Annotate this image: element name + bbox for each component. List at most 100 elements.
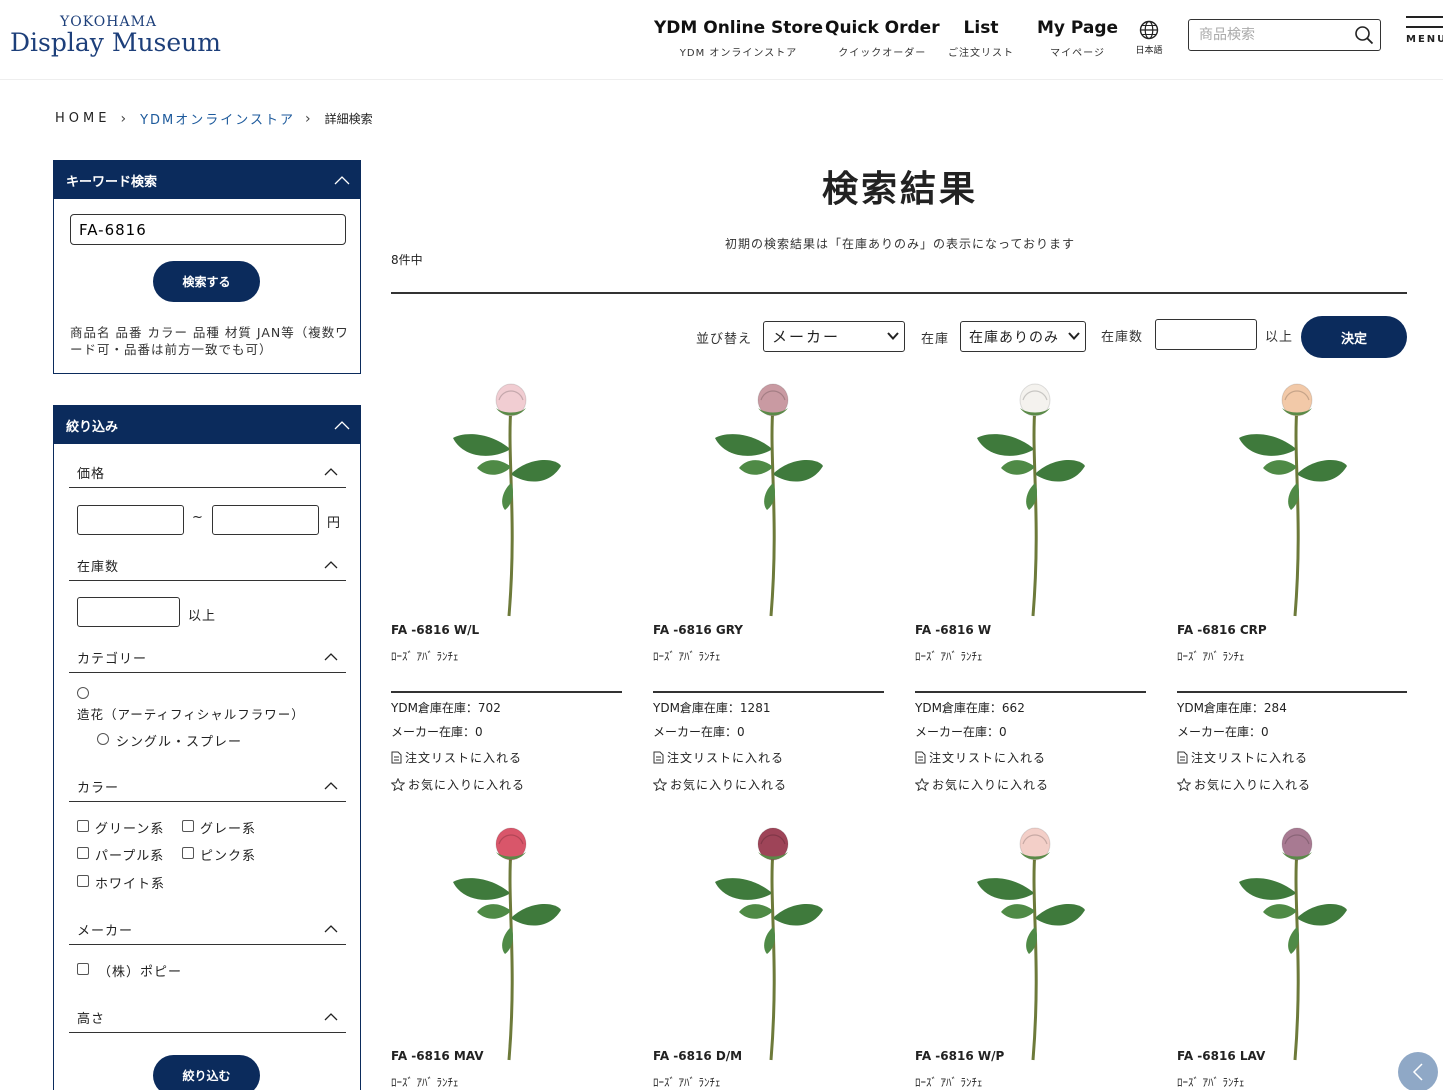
decide-button[interactable]: 決定 — [1301, 316, 1407, 358]
filter-color-header[interactable]: カラー — [69, 776, 346, 802]
color-purple-checkbox[interactable] — [77, 847, 89, 859]
document-icon — [653, 751, 664, 764]
product-image[interactable] — [653, 378, 884, 618]
nav-quick-order[interactable]: Quick Order クイックオーダー — [825, 18, 940, 59]
filter-height-header[interactable]: 高さ — [69, 1007, 346, 1033]
product-image[interactable] — [1177, 822, 1408, 1062]
product-code[interactable]: FA -6816 CRP — [1177, 623, 1267, 637]
color-gray-checkbox[interactable] — [182, 820, 194, 832]
filter-panel-header[interactable]: 絞り込み — [54, 406, 360, 444]
nav-quick-order-label: Quick Order — [825, 18, 940, 38]
rose-illustration-part — [512, 460, 561, 482]
stock-count-input[interactable] — [1155, 319, 1257, 350]
rose-illustration-part — [1298, 460, 1347, 482]
chevron-up-icon — [324, 653, 338, 661]
color-purple-label: パープル系 — [95, 849, 165, 864]
rose-illustration-part — [453, 878, 509, 900]
rose-illustration-part — [507, 405, 514, 617]
filter-stock-title: 在庫数 — [77, 560, 120, 575]
product-code[interactable]: FA -6816 W/L — [391, 623, 479, 637]
product-image[interactable] — [653, 822, 884, 1062]
maker-poppy-checkbox[interactable] — [77, 963, 89, 975]
rose-illustration-part — [477, 904, 510, 919]
add-to-order-list-link[interactable]: 注文リストに入れる — [653, 749, 784, 766]
add-to-order-list-link[interactable]: 注文リストに入れる — [391, 749, 522, 766]
product-image[interactable] — [915, 378, 1146, 618]
chevron-down-icon — [887, 332, 899, 340]
site-logo[interactable]: YOKOHAMA Display Museum — [10, 14, 221, 56]
category-child-radio[interactable] — [97, 733, 109, 745]
price-min-input[interactable] — [77, 505, 184, 535]
price-max-input[interactable] — [212, 505, 319, 535]
logo-line2: Display Museum — [10, 28, 221, 57]
product-name: ﾛｰｽﾞ ｱﾊﾞ ﾗﾝﾁｪ — [653, 650, 721, 663]
rose-illustration-part — [977, 434, 1033, 456]
add-to-order-list-link[interactable]: 注文リストに入れる — [1177, 749, 1308, 766]
product-code[interactable]: FA -6816 GRY — [653, 623, 743, 637]
keyword-panel-header[interactable]: キーワード検索 — [54, 161, 360, 199]
chevron-up-icon — [334, 176, 350, 185]
color-white-checkbox[interactable] — [77, 875, 89, 887]
language-switcher[interactable]: 日本語 — [1132, 20, 1166, 56]
chevron-left-icon — [1412, 1063, 1423, 1081]
filter-apply-button[interactable]: 絞り込む — [153, 1055, 260, 1090]
stock-filter-label: 在庫 — [921, 332, 950, 347]
product-image[interactable] — [915, 822, 1146, 1062]
product-maker-stock: メーカー在庫：0 — [653, 725, 745, 739]
scroll-top-button[interactable] — [1398, 1052, 1438, 1090]
add-to-favorites-link[interactable]: お気に入りに入れる — [915, 776, 1049, 793]
add-to-order-list-link[interactable]: 注文リストに入れる — [915, 749, 1046, 766]
filter-panel-title: 絞り込み — [66, 419, 119, 435]
filter-stock-suffix: 以上 — [188, 609, 217, 624]
rose-illustration-part — [1001, 460, 1034, 475]
search-icon[interactable] — [1354, 25, 1374, 45]
header-search-input[interactable] — [1189, 20, 1344, 50]
nav-list[interactable]: List ご注文リスト — [948, 18, 1014, 59]
product-code[interactable]: FA -6816 W/P — [915, 1049, 1004, 1063]
nav-my-page[interactable]: My Page マイページ — [1037, 18, 1118, 59]
add-to-favorites-label: お気に入りに入れる — [408, 778, 526, 792]
color-green-checkbox[interactable] — [77, 820, 89, 832]
product-image[interactable] — [391, 822, 622, 1062]
product-image[interactable] — [391, 378, 622, 618]
rose-illustration-part — [1239, 434, 1295, 456]
product-name: ﾛｰｽﾞ ｱﾊﾞ ﾗﾝﾁｪ — [391, 650, 459, 663]
nav-online-store[interactable]: YDM Online Store YDM オンラインストア — [654, 18, 823, 59]
rose-illustration-part — [1001, 904, 1034, 919]
language-label: 日本語 — [1135, 46, 1163, 56]
stock-filter-select[interactable]: 在庫ありのみ — [960, 321, 1086, 352]
nav-my-page-label: My Page — [1037, 18, 1119, 38]
product-code[interactable]: FA -6816 LAV — [1177, 1049, 1265, 1063]
site-header: YOKOHAMA Display Museum YDM Online Store… — [0, 0, 1443, 80]
product-divider — [1177, 691, 1407, 693]
add-to-favorites-link[interactable]: お気に入りに入れる — [391, 776, 525, 793]
results-count: 8件中 — [391, 253, 423, 267]
breadcrumb-store[interactable]: YDMオンラインストア — [140, 109, 295, 128]
nav-my-page-sub: マイページ — [1050, 48, 1105, 59]
nav-online-store-sub: YDM オンラインストア — [679, 48, 798, 59]
price-tilde: ~ — [192, 510, 204, 525]
filter-stock-header[interactable]: 在庫数 — [69, 555, 346, 581]
menu-button[interactable]: MENU — [1406, 16, 1443, 45]
add-to-favorites-link[interactable]: お気に入りに入れる — [1177, 776, 1311, 793]
sort-select[interactable]: メーカー — [763, 321, 905, 352]
color-gray-label: グレー系 — [200, 822, 257, 837]
product-code[interactable]: FA -6816 D/M — [653, 1049, 742, 1063]
filter-price-header[interactable]: 価格 — [69, 462, 346, 488]
filter-category-header[interactable]: カテゴリー — [69, 647, 346, 673]
rose-illustration-part — [1036, 460, 1085, 482]
product-name: ﾛｰｽﾞ ｱﾊﾞ ﾗﾝﾁｪ — [1177, 650, 1245, 663]
rose-illustration-part — [1293, 405, 1300, 617]
keyword-search-button[interactable]: 検索する — [153, 261, 260, 302]
product-code[interactable]: FA -6816 W — [915, 623, 991, 637]
color-pink-checkbox[interactable] — [182, 847, 194, 859]
document-icon — [915, 751, 926, 764]
add-to-favorites-link[interactable]: お気に入りに入れる — [653, 776, 787, 793]
filter-stock-input[interactable] — [77, 597, 180, 627]
product-image[interactable] — [1177, 378, 1408, 618]
breadcrumb-home[interactable]: HOME — [55, 111, 110, 126]
category-parent-radio[interactable] — [77, 687, 89, 699]
filter-maker-header[interactable]: メーカー — [69, 919, 346, 945]
keyword-input[interactable] — [70, 214, 346, 245]
product-code[interactable]: FA -6816 MAV — [391, 1049, 484, 1063]
